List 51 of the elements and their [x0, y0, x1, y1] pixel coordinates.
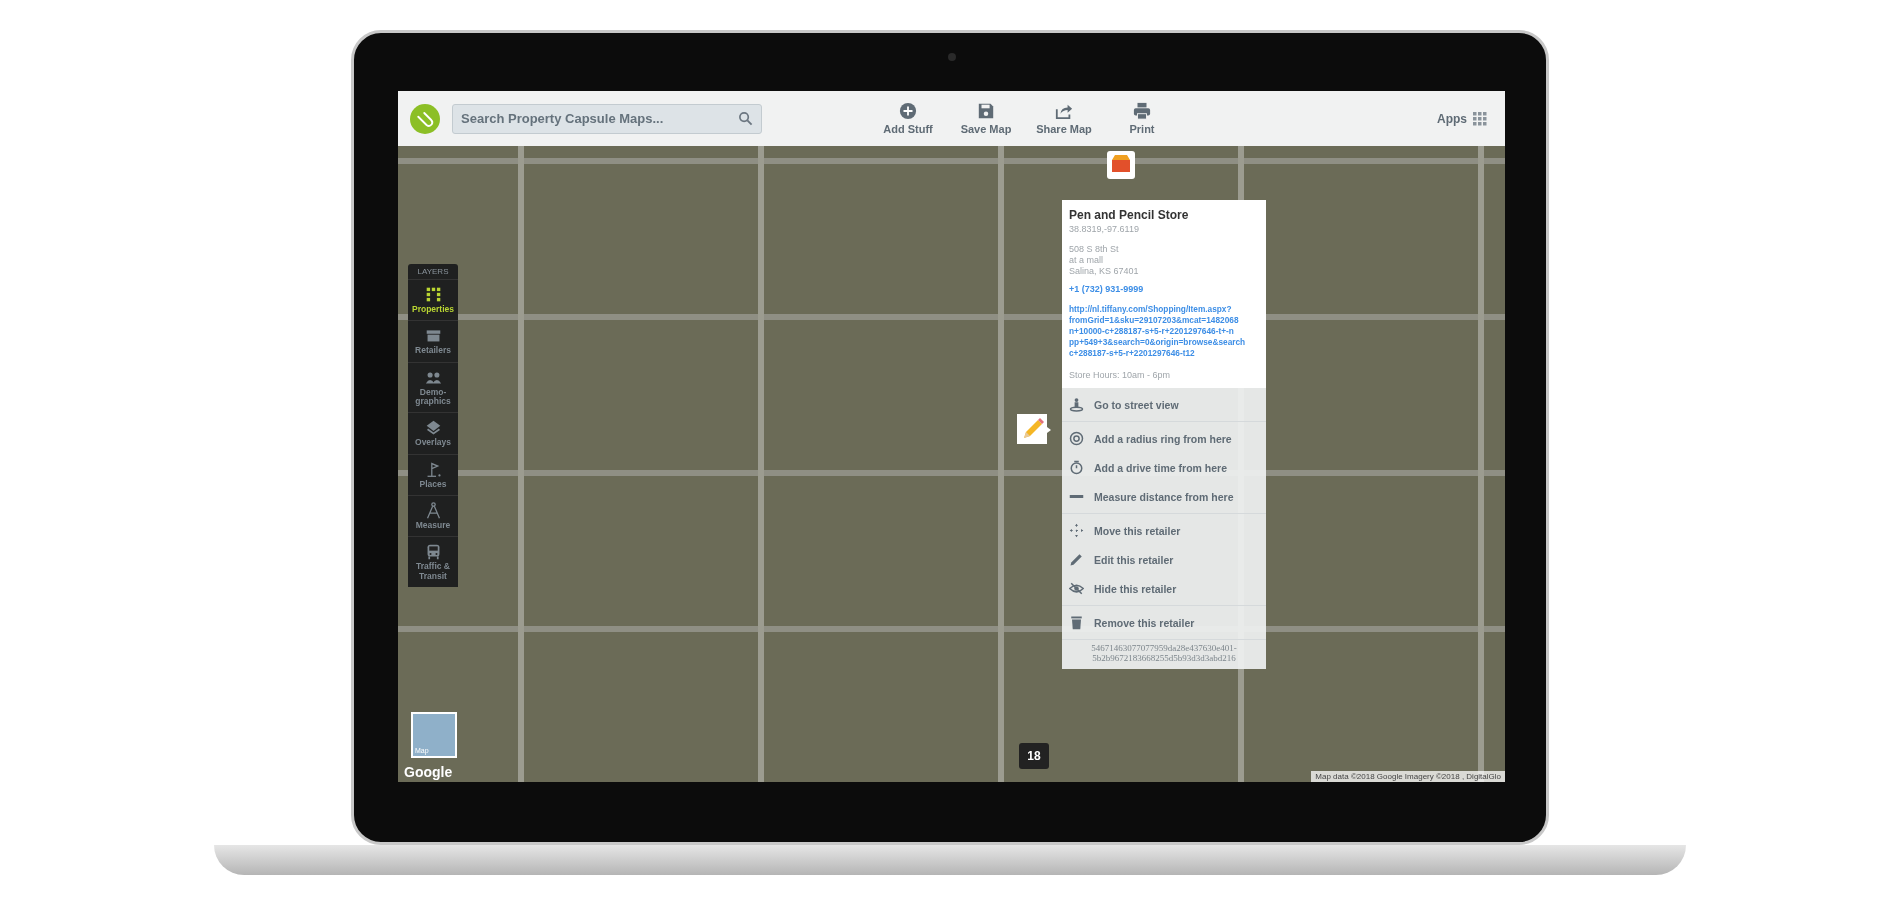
url-link[interactable]: pp+549+3&search=0&origin=browse&search [1069, 337, 1259, 347]
pencil-marker-icon [1016, 414, 1052, 446]
menu-item[interactable]: Go to street view [1062, 390, 1266, 419]
person-pin-icon [1069, 397, 1084, 412]
map-attribution: Map data ©2018 Google Imagery ©2018 , DigitalGlo [1311, 771, 1505, 782]
apps-button[interactable]: Apps [1431, 110, 1493, 127]
camera-icon [948, 53, 956, 61]
menu-item[interactable]: Remove this retailer [1062, 608, 1266, 637]
address-line: at a mall [1069, 255, 1104, 265]
store-hours: Store Hours: 10am - 6pm [1069, 370, 1172, 380]
menu-item[interactable]: Measure distance from here [1062, 482, 1266, 511]
address-line: 508 S 8th St [1069, 244, 1120, 254]
plus-circle-icon [899, 102, 917, 120]
paperclip-logo-icon [410, 103, 440, 134]
toolbar-button[interactable]: Print [1108, 102, 1176, 135]
grid-blocks-icon [424, 286, 442, 303]
stopwatch-icon [1069, 460, 1084, 475]
menu-item[interactable]: Add a radius ring from here [1062, 424, 1266, 453]
layers-icon [424, 419, 442, 437]
printer-icon [1133, 102, 1151, 120]
place-title: Pen and Pencil Store [1069, 208, 1190, 222]
url-link[interactable]: fromGrid=1&sku=29107203&mcat=1482068 [1069, 315, 1259, 325]
search-field[interactable]: Search Property Capsule Maps... [452, 103, 762, 134]
address-line: Salina, KS 67401 [1069, 266, 1140, 276]
url-link[interactable]: c+288187-s+5-r+2201297646-t12 [1069, 348, 1259, 358]
toolbar-button[interactable]: Add Stuff [874, 102, 942, 135]
retailer-id: 54671463077077959da28e437630e401- [1091, 643, 1237, 653]
layers-title: LAYERS [416, 266, 450, 278]
target-icon [1069, 431, 1084, 446]
compass-icon [424, 502, 442, 520]
pencil-icon [1069, 552, 1084, 567]
url-link[interactable]: http://nl.tiffany.com/Shopping/Item.aspx? [1069, 304, 1259, 314]
eye-slash-icon [1069, 581, 1084, 596]
url-link[interactable]: n+10000-c+288187-s+5-r+2201297646-t+-n [1069, 326, 1259, 336]
menu-item[interactable]: Edit this retailer [1062, 545, 1266, 574]
trash-icon [1069, 615, 1084, 630]
search-icon [738, 110, 753, 126]
layer-tab[interactable]: Traffic & Transit [408, 536, 458, 588]
retailer-id: 5b2b9672183668255d5b93d3d3abd216 [1092, 653, 1236, 663]
toolbar-button[interactable]: Share Map [1030, 102, 1098, 135]
zoom-level-badge: 18 [1019, 743, 1049, 769]
toolbar-button[interactable]: Save Map [952, 102, 1020, 135]
map-provider-logo: Google [404, 764, 453, 780]
grid-icon [1473, 111, 1487, 126]
phone-link[interactable]: +1 (732) 931-9999 [1069, 284, 1259, 294]
menu-item[interactable]: Hide this retailer [1062, 574, 1266, 603]
coordinates: 38.8319,-97.6119 [1069, 224, 1140, 234]
menu-item[interactable]: Move this retailer [1062, 516, 1266, 545]
move-arrows-icon [1069, 523, 1084, 538]
store-marker-icon [1106, 150, 1136, 180]
menu-item[interactable]: Add a drive time from here [1062, 453, 1266, 482]
